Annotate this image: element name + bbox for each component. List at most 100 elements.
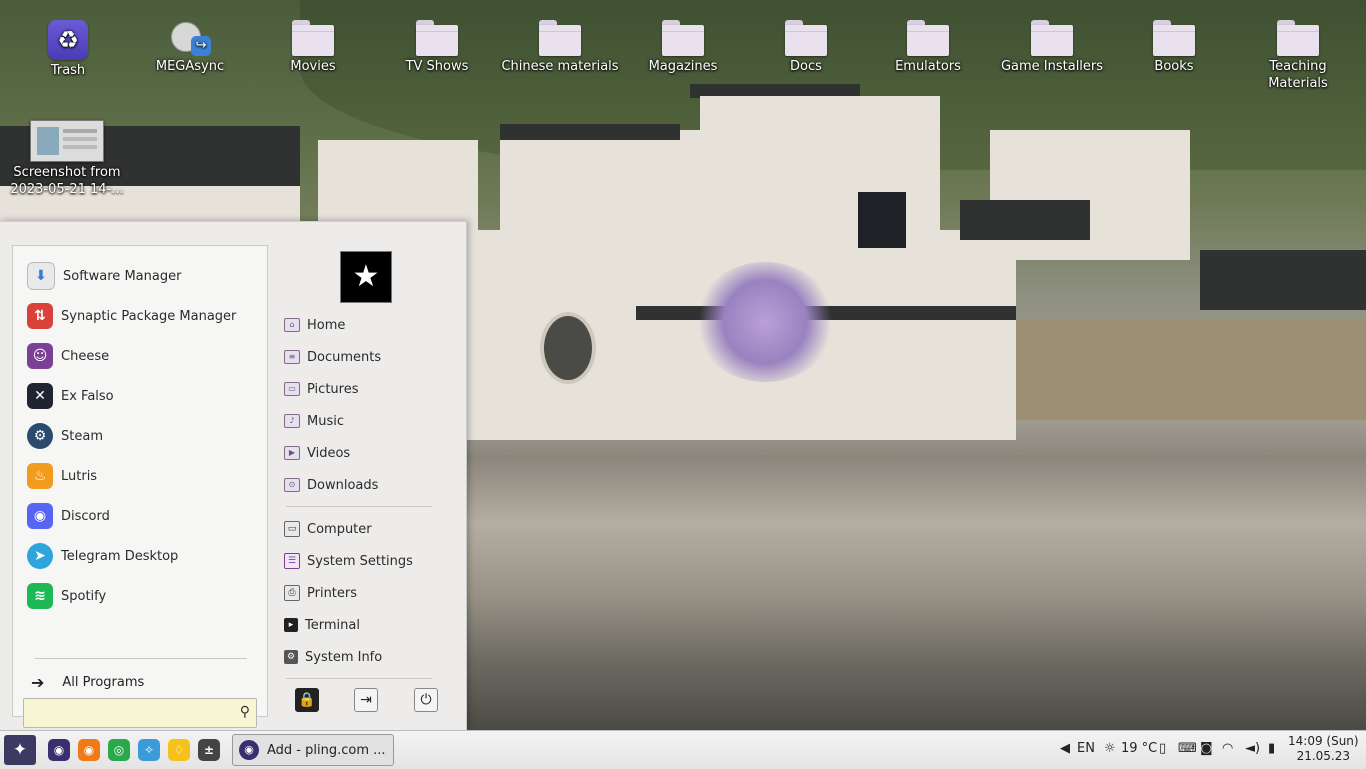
cheese-icon: ☺ — [27, 343, 53, 369]
chrome-icon: ◎ — [113, 743, 125, 757]
menu-separator — [35, 658, 247, 659]
weather-icon[interactable]: ☼ — [1104, 741, 1116, 756]
menu-app-label: Ex Falso — [61, 388, 114, 404]
folder-icon — [662, 20, 704, 56]
lutris-icon: ♨ — [27, 463, 53, 489]
place-music[interactable]: ♪ Music — [284, 410, 344, 432]
documents-folder-icon: ≡ — [284, 350, 300, 364]
place-documents[interactable]: ≡ Documents — [284, 346, 381, 368]
system-label: System Info — [305, 649, 383, 665]
desktop-icon-trash[interactable]: ♻ Trash — [13, 0, 123, 79]
menu-search-box[interactable]: ⚲ — [23, 698, 257, 728]
keyboard-icon[interactable]: ⌨ — [1178, 741, 1197, 756]
logout-button[interactable]: ⇥ — [354, 688, 378, 712]
lock-screen-button[interactable]: 🔒 — [295, 688, 319, 712]
desktop-icon-books[interactable]: Books — [1119, 0, 1229, 75]
system-printers[interactable]: ⎙ Printers — [284, 582, 357, 604]
desktop-icon-label: Docs — [790, 59, 822, 74]
launcher-firefox[interactable]: ◉ — [48, 739, 70, 761]
desktop-icon-movies[interactable]: Movies — [258, 0, 368, 75]
menu-app-discord[interactable]: ◉ Discord — [27, 500, 255, 532]
desktop-icon-label: TV Shows — [405, 59, 469, 74]
desktop-icon-label: Game Installers — [1000, 59, 1104, 74]
camera-icon[interactable]: ◙ — [1200, 741, 1213, 756]
menu-app-spotify[interactable]: ≋ Spotify — [27, 580, 255, 612]
clock[interactable]: 14:09 (Sun) 21.05.23 — [1288, 734, 1359, 764]
place-downloads[interactable]: ⊙ Downloads — [284, 474, 378, 496]
menu-app-telegram[interactable]: ➤ Telegram Desktop — [27, 540, 255, 572]
bottom-panel: ✦ ◉ ◉ ◎ ✧ ♢ ± ◉ Add - pling.com ... ◀ EN… — [0, 730, 1366, 769]
clock-date: 21.05.23 — [1296, 749, 1351, 763]
place-videos[interactable]: ▶ Videos — [284, 442, 350, 464]
place-label: Videos — [307, 445, 351, 461]
phone-icon[interactable]: ▯ — [1159, 741, 1166, 756]
calculator-icon: ± — [203, 743, 215, 757]
menu-button[interactable]: ✦ — [4, 735, 36, 765]
desktop-icon-label: Teaching Materials — [1268, 59, 1328, 91]
menu-favorites-pane: ⬇ Software Manager ⇅ Synaptic Package Ma… — [12, 245, 268, 728]
telegram-icon: ➤ — [27, 543, 53, 569]
firefox-icon: ◉ — [83, 743, 95, 757]
menu-app-lutris[interactable]: ♨ Lutris — [27, 460, 255, 492]
desktop-icon-tv-shows[interactable]: TV Shows — [382, 0, 492, 75]
menu-app-synaptic[interactable]: ⇅ Synaptic Package Manager — [27, 300, 255, 332]
lightbulb-icon: ♢ — [173, 743, 185, 757]
folder-icon — [785, 20, 827, 56]
desktop-icon-megasync[interactable]: ↪ MEGAsync — [135, 0, 245, 75]
desktop-icon-chinese-materials[interactable]: Chinese materials — [499, 0, 621, 75]
launcher-calculator[interactable]: ± — [198, 739, 220, 761]
weather-temperature[interactable]: 19 °C — [1121, 741, 1157, 756]
wallpaper-house — [318, 140, 478, 230]
clock-time: 14:09 (Sun) — [1288, 734, 1359, 748]
folder-icon — [416, 20, 458, 56]
folder-icon — [907, 20, 949, 56]
menu-app-label: Software Manager — [63, 268, 182, 284]
wallpaper-sign — [858, 192, 906, 248]
firefox-dev-icon: ◉ — [239, 740, 259, 760]
user-avatar[interactable]: ★ — [340, 251, 392, 303]
menu-app-software-manager[interactable]: ⬇ Software Manager — [27, 260, 255, 292]
wallpaper-house — [700, 96, 940, 156]
folder-icon — [539, 20, 581, 56]
software-manager-icon: ⬇ — [27, 262, 55, 290]
system-label: System Settings — [307, 553, 413, 569]
desktop-icon-screenshot[interactable]: Screenshot from 2023-05-21 14-... — [8, 100, 126, 198]
menu-separator — [286, 678, 432, 679]
discord-icon: ◉ — [27, 503, 53, 529]
system-info[interactable]: ⚙ System Info — [284, 646, 382, 668]
all-programs-button[interactable]: ➔ All Programs — [31, 670, 144, 694]
terminal-icon: ▸ — [284, 618, 298, 632]
downloads-folder-icon: ⊙ — [284, 478, 300, 492]
wallpaper-roof — [500, 124, 680, 140]
volume-icon[interactable]: ◄) — [1245, 741, 1260, 756]
menu-app-steam[interactable]: ⚙ Steam — [27, 420, 255, 452]
desktop-icon-emulators[interactable]: Emulators — [873, 0, 983, 75]
desktop-icon-teaching-materials[interactable]: Teaching Materials — [1251, 0, 1345, 92]
wifi-icon[interactable]: ◠ — [1222, 741, 1233, 756]
place-home[interactable]: ⌂ Home — [284, 314, 345, 336]
keyboard-layout-indicator[interactable]: EN — [1077, 741, 1095, 756]
place-pictures[interactable]: ▭ Pictures — [284, 378, 358, 400]
tray-expand-icon[interactable]: ◀ — [1060, 741, 1070, 756]
menu-separator — [286, 506, 432, 507]
desktop-icon-game-installers[interactable]: Game Installers — [993, 0, 1111, 75]
desktop-icon-docs[interactable]: Docs — [751, 0, 861, 75]
desktop-icon-magazines[interactable]: Magazines — [628, 0, 738, 75]
taskbar-window-button[interactable]: ◉ Add - pling.com ... — [232, 734, 394, 766]
system-settings[interactable]: ☰ System Settings — [284, 550, 413, 572]
system-computer[interactable]: ▭ Computer — [284, 518, 372, 540]
menu-app-cheese[interactable]: ☺ Cheese — [27, 340, 255, 372]
launcher-firefox-orange[interactable]: ◉ — [78, 739, 100, 761]
folder-icon — [1031, 20, 1073, 56]
music-folder-icon: ♪ — [284, 414, 300, 428]
system-terminal[interactable]: ▸ Terminal — [284, 614, 360, 636]
synaptic-icon: ⇅ — [27, 303, 53, 329]
system-label: Computer — [307, 521, 372, 537]
launcher-lightbulb[interactable]: ♢ — [168, 739, 190, 761]
launcher-compass[interactable]: ✧ — [138, 739, 160, 761]
launcher-chrome[interactable]: ◎ — [108, 739, 130, 761]
menu-app-ex-falso[interactable]: ✕ Ex Falso — [27, 380, 255, 412]
menu-search-input[interactable] — [24, 699, 236, 725]
shutdown-button[interactable]: ⏻ — [414, 688, 438, 712]
battery-icon[interactable]: ▮ — [1268, 741, 1275, 756]
